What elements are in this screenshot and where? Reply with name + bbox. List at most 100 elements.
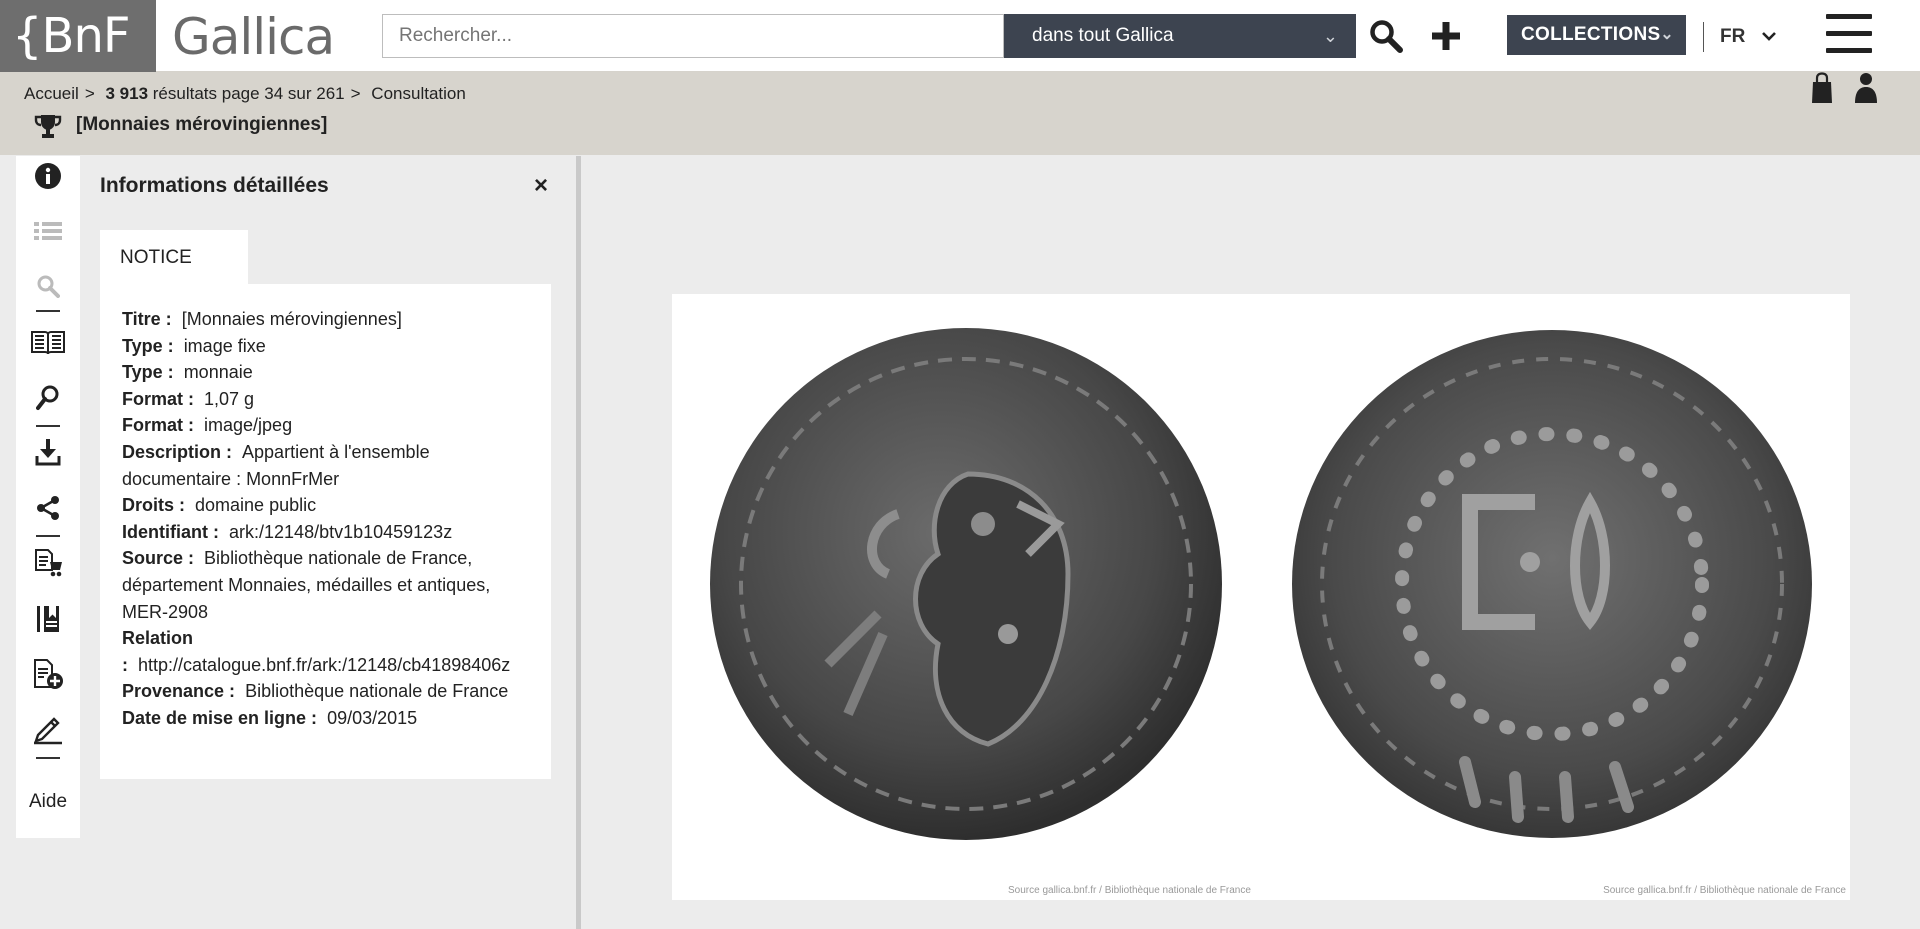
notice-field: Titre : [Monnaies mérovingiennes] (122, 306, 529, 333)
notice-field-value: ark:/12148/btv1b10459123z (229, 521, 453, 542)
document-title: [Monnaies mérovingiennes] (76, 114, 328, 135)
notice-field: Provenance : Bibliothèque nationale de F… (122, 678, 529, 705)
open-book-icon (31, 331, 65, 355)
notice-field: Date de mise en ligne : 09/03/2015 (122, 705, 529, 732)
plus-icon (1432, 22, 1460, 50)
close-panel-button[interactable]: × (534, 172, 548, 200)
notice-field-key: Droits : (122, 495, 185, 516)
notice-field: Type : image fixe (122, 333, 529, 360)
zoom-button[interactable] (16, 378, 80, 418)
notice-field-value: image/jpeg (204, 415, 293, 436)
notice-field: Format : image/jpeg (122, 412, 529, 439)
chevron-down-icon: ⌄ (1322, 26, 1338, 46)
coin-obverse-image (710, 328, 1222, 840)
bnf-logo[interactable]: {BnF (0, 0, 156, 72)
list-icon (34, 222, 62, 240)
toolbar-divider (36, 310, 60, 312)
image-credit-left: Source gallica.bnf.fr / Bibliothèque nat… (1008, 885, 1251, 896)
chevron-down-icon: ⌄ (1660, 26, 1674, 43)
search-in-document-button[interactable] (16, 266, 80, 306)
add-to-selection-button[interactable] (16, 654, 80, 694)
annotate-button[interactable] (16, 709, 80, 749)
notice-field-value: http://catalogue.bnf.fr/ark:/12148/cb418… (138, 654, 511, 675)
notice-field: Droits : domaine public (122, 492, 529, 519)
search-button[interactable] (1364, 14, 1408, 58)
user-icon[interactable] (1854, 72, 1878, 104)
notice-field: Format : 1,07 g (122, 386, 529, 413)
notice-field-value: monnaie (183, 362, 253, 383)
breadcrumb-separator: > (84, 84, 95, 103)
gallica-logo[interactable]: Gallica (172, 0, 335, 72)
buy-reproduction-button[interactable] (16, 543, 80, 583)
image-credit-right: Source gallica.bnf.fr / Bibliothèque nat… (1603, 885, 1846, 896)
hamburger-icon-bar (1826, 48, 1872, 53)
pencil-icon (34, 717, 62, 745)
reading-mode-button[interactable] (16, 322, 80, 362)
add-document-icon (34, 659, 63, 689)
coin-reverse-image (1292, 330, 1812, 838)
notice-field-key: Titre : (122, 309, 172, 329)
notice-field-key: Type : (122, 335, 174, 356)
bookmark-book-icon (37, 606, 59, 632)
notice-field-key: Identifiant : (122, 521, 219, 542)
toolbar-divider (36, 535, 60, 537)
notice-field-key: Type : (122, 362, 174, 383)
image-viewer[interactable]: Source gallica.bnf.fr / Bibliothèque nat… (672, 294, 1850, 900)
toolbar-divider (36, 425, 60, 427)
notice-field-key: Date de mise en ligne : (122, 707, 318, 728)
notice-field-key: Provenance : (122, 681, 236, 702)
toolbar-divider (36, 757, 60, 759)
download-button[interactable] (16, 432, 80, 472)
notice-field-key: Description : (122, 441, 233, 462)
notice-field: Type : monnaie (122, 359, 529, 386)
search-scope-select[interactable]: dans tout Gallica ⌄ (1004, 14, 1356, 58)
language-label: FR (1720, 26, 1746, 47)
language-select[interactable]: FR (1720, 22, 1777, 52)
info-button[interactable] (16, 156, 80, 196)
menu-button[interactable] (1826, 14, 1872, 54)
notice-field: Source : Bibliothèque nationale de Franc… (122, 545, 529, 625)
breadcrumb-home[interactable]: Accueil (24, 84, 79, 103)
share-icon (37, 496, 59, 520)
breadcrumb-current: Consultation (371, 84, 466, 103)
collections-label: COLLECTIONS (1521, 24, 1661, 45)
zoom-icon (36, 385, 59, 410)
search-scope-label: dans tout Gallica (1032, 25, 1174, 46)
collections-button[interactable]: COLLECTIONS ⌄ (1507, 15, 1686, 55)
breadcrumb-separator: > (350, 84, 361, 103)
bookmark-button[interactable] (16, 599, 80, 639)
results-text: résultats page 34 sur 261 (152, 84, 345, 103)
trophy-icon (34, 115, 62, 138)
search-icon (37, 275, 60, 298)
notice-field-value: 1,07 g (204, 388, 255, 409)
notice-field-value: domaine public (195, 495, 317, 516)
notice-field-value: image fixe (183, 335, 266, 356)
notice-field-value: 09/03/2015 (327, 707, 418, 728)
table-of-contents-button[interactable] (16, 211, 80, 251)
notice-field: Identifiant : ark:/12148/btv1b10459123z (122, 519, 529, 546)
viewer-toolbar: Aide (16, 156, 80, 838)
panel-resize-handle[interactable] (576, 156, 581, 929)
notice-field-value: Bibliothèque nationale de France (245, 681, 509, 702)
notice-content: Titre : [Monnaies mérovingiennes] Type : … (100, 284, 551, 779)
breadcrumb-bar: Accueil > 3 913 résultats page 34 sur 261… (0, 72, 1920, 155)
notice-field: Relation : http://catalogue.bnf.fr/ark:/… (122, 625, 529, 678)
hamburger-icon (1826, 14, 1872, 19)
breadcrumb-results[interactable]: 3 913 résultats page 34 sur 261 (105, 84, 344, 103)
info-icon (35, 163, 61, 189)
notice-field-value: [Monnaies mérovingiennes] (181, 309, 402, 329)
shopping-bag-icon[interactable] (1810, 72, 1834, 104)
chevron-down-icon (1761, 32, 1776, 41)
results-count: 3 913 (105, 84, 149, 103)
notice-field: Description : Appartient à l'ensemble do… (122, 439, 529, 492)
breadcrumb: Accueil > 3 913 résultats page 34 sur 261… (24, 84, 466, 104)
search-input[interactable] (382, 14, 1004, 58)
advanced-search-button[interactable] (1424, 14, 1468, 58)
hamburger-icon-bar (1826, 31, 1872, 36)
cart-icon (35, 549, 62, 577)
share-button[interactable] (16, 488, 80, 528)
search-icon (1370, 20, 1403, 53)
help-link[interactable]: Aide (16, 791, 80, 813)
tab-notice[interactable]: NOTICE (100, 230, 248, 285)
panel-title: Informations détaillées (100, 174, 329, 197)
